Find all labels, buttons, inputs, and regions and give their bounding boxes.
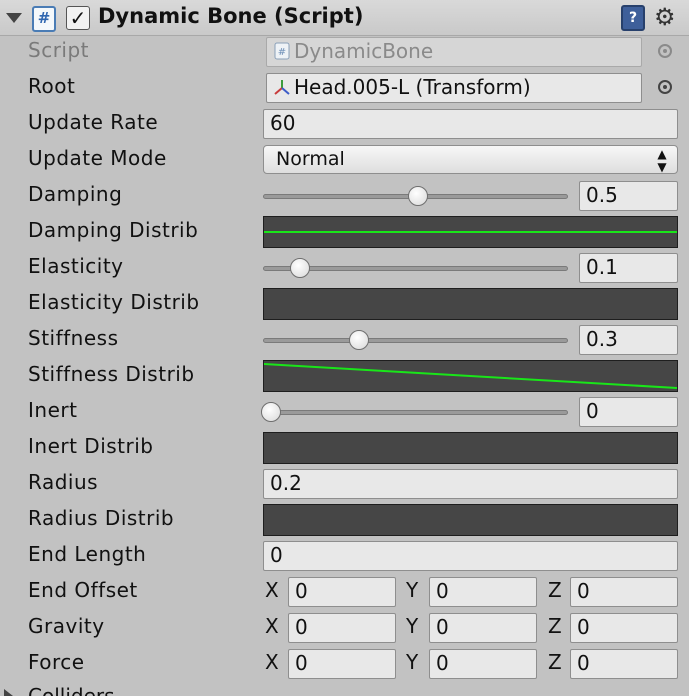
foldout-expanded-icon[interactable] — [6, 13, 22, 23]
update-mode-value: Normal — [276, 148, 345, 170]
end-offset-x-label: X — [265, 578, 279, 602]
root-row: Root Head.005-L (Transform) — [0, 70, 689, 106]
help-icon[interactable]: ? — [621, 5, 645, 31]
radius-distrib-row: Radius Distrib — [0, 502, 689, 538]
elasticity-distrib-label: Elasticity Distrib — [28, 290, 200, 314]
stiffness-value-input[interactable]: 0.3 — [579, 325, 678, 355]
radius-distrib-curve[interactable] — [263, 504, 678, 536]
radius-label: Radius — [28, 470, 99, 494]
end-offset-z-input[interactable]: 0 — [570, 577, 678, 607]
elasticity-slider-thumb[interactable] — [290, 258, 311, 278]
force-z-input[interactable]: 0 — [570, 649, 678, 679]
stiffness-slider-thumb[interactable] — [348, 330, 369, 350]
root-value: Head.005-L (Transform) — [294, 75, 531, 99]
elasticity-distrib-curve[interactable] — [263, 288, 678, 320]
damping-value-input[interactable]: 0.5 — [579, 181, 678, 211]
damping-distrib-curve-line — [264, 231, 677, 233]
force-z-label: Z — [548, 650, 562, 674]
inert-distrib-row: Inert Distrib — [0, 430, 689, 466]
damping-distrib-row: Damping Distrib — [0, 214, 689, 250]
transform-icon — [274, 80, 290, 95]
gravity-y-label: Y — [406, 614, 419, 638]
root-field[interactable]: Head.005-L (Transform) — [266, 73, 642, 103]
root-label: Root — [28, 74, 76, 98]
inert-distrib-curve[interactable] — [263, 432, 678, 464]
script-value: DynamicBone — [294, 39, 434, 63]
gravity-row: Gravity X 0 Y 0 Z 0 — [0, 610, 689, 646]
elasticity-label: Elasticity — [28, 254, 124, 278]
update-rate-input[interactable]: 60 — [263, 109, 678, 139]
radius-input[interactable]: 0.2 — [263, 469, 678, 499]
end-length-label: End Length — [28, 542, 147, 566]
radius-distrib-label: Radius Distrib — [28, 506, 175, 530]
stiffness-distrib-row: Stiffness Distrib — [0, 358, 689, 394]
damping-label: Damping — [28, 182, 123, 206]
end-offset-row: End Offset X 0 Y 0 Z 0 — [0, 574, 689, 610]
inert-label: Inert — [28, 398, 78, 422]
damping-slider-thumb[interactable] — [407, 186, 428, 206]
dropdown-arrows-icon: ▲ ▼ — [657, 147, 667, 174]
gravity-y-input[interactable]: 0 — [429, 613, 537, 643]
gravity-z-input[interactable]: 0 — [570, 613, 678, 643]
inert-distrib-label: Inert Distrib — [28, 434, 154, 458]
stiffness-distrib-label: Stiffness Distrib — [28, 362, 195, 386]
update-mode-label: Update Mode — [28, 146, 167, 170]
elasticity-distrib-row: Elasticity Distrib — [0, 286, 689, 322]
elasticity-value-input[interactable]: 0.1 — [579, 253, 678, 283]
component-enabled-checkbox[interactable]: ✓ — [66, 6, 90, 30]
end-offset-y-label: Y — [406, 578, 419, 602]
update-mode-dropdown[interactable]: Normal ▲ ▼ — [263, 145, 678, 174]
force-x-input[interactable]: 0 — [288, 649, 396, 679]
inert-slider-thumb[interactable] — [261, 402, 281, 422]
script-icon: # — [32, 6, 56, 32]
gravity-z-label: Z — [548, 614, 562, 638]
gravity-x-label: X — [265, 614, 279, 638]
stiffness-distrib-curve[interactable] — [263, 360, 678, 392]
inert-slider-track[interactable] — [263, 410, 568, 415]
stiffness-label: Stiffness — [28, 326, 119, 350]
damping-distrib-label: Damping Distrib — [28, 218, 199, 242]
update-rate-label: Update Rate — [28, 110, 159, 134]
end-offset-z-label: Z — [548, 578, 562, 602]
script-row: Script # DynamicBone — [0, 34, 689, 70]
force-row: Force X 0 Y 0 Z 0 — [0, 646, 689, 682]
elasticity-row: Elasticity 0.1 — [0, 250, 689, 286]
colliders-label[interactable]: Colliders — [28, 684, 115, 696]
force-y-label: Y — [406, 650, 419, 674]
force-y-input[interactable]: 0 — [429, 649, 537, 679]
update-rate-row: Update Rate 60 — [0, 106, 689, 142]
force-label: Force — [28, 650, 85, 674]
colliders-foldout-icon[interactable] — [4, 689, 13, 696]
gravity-label: Gravity — [28, 614, 105, 638]
svg-text:#: # — [278, 47, 286, 58]
script-file-icon: # — [274, 42, 290, 60]
script-picker-icon — [658, 44, 672, 58]
stiffness-distrib-curve-line — [264, 363, 677, 389]
end-offset-x-input[interactable]: 0 — [288, 577, 396, 607]
inert-value-input[interactable]: 0 — [579, 397, 678, 427]
force-x-label: X — [265, 650, 279, 674]
end-offset-label: End Offset — [28, 578, 138, 602]
damping-row: Damping 0.5 — [0, 178, 689, 214]
script-field: # DynamicBone — [266, 37, 642, 67]
gear-icon[interactable]: ⚙ — [654, 2, 676, 32]
damping-distrib-curve[interactable] — [263, 216, 678, 248]
end-length-input[interactable]: 0 — [263, 541, 678, 571]
stiffness-slider-track[interactable] — [263, 338, 568, 343]
end-offset-y-input[interactable]: 0 — [429, 577, 537, 607]
radius-row: Radius 0.2 — [0, 466, 689, 502]
script-label: Script — [28, 38, 90, 62]
component-header: # ✓ Dynamic Bone (Script) ? ⚙ — [0, 0, 689, 36]
root-picker-icon[interactable] — [658, 80, 672, 94]
stiffness-row: Stiffness 0.3 — [0, 322, 689, 358]
component-title: Dynamic Bone (Script) — [98, 4, 364, 28]
end-length-row: End Length 0 — [0, 538, 689, 574]
inert-row: Inert 0 — [0, 394, 689, 430]
update-mode-row: Update Mode Normal ▲ ▼ — [0, 142, 689, 178]
gravity-x-input[interactable]: 0 — [288, 613, 396, 643]
